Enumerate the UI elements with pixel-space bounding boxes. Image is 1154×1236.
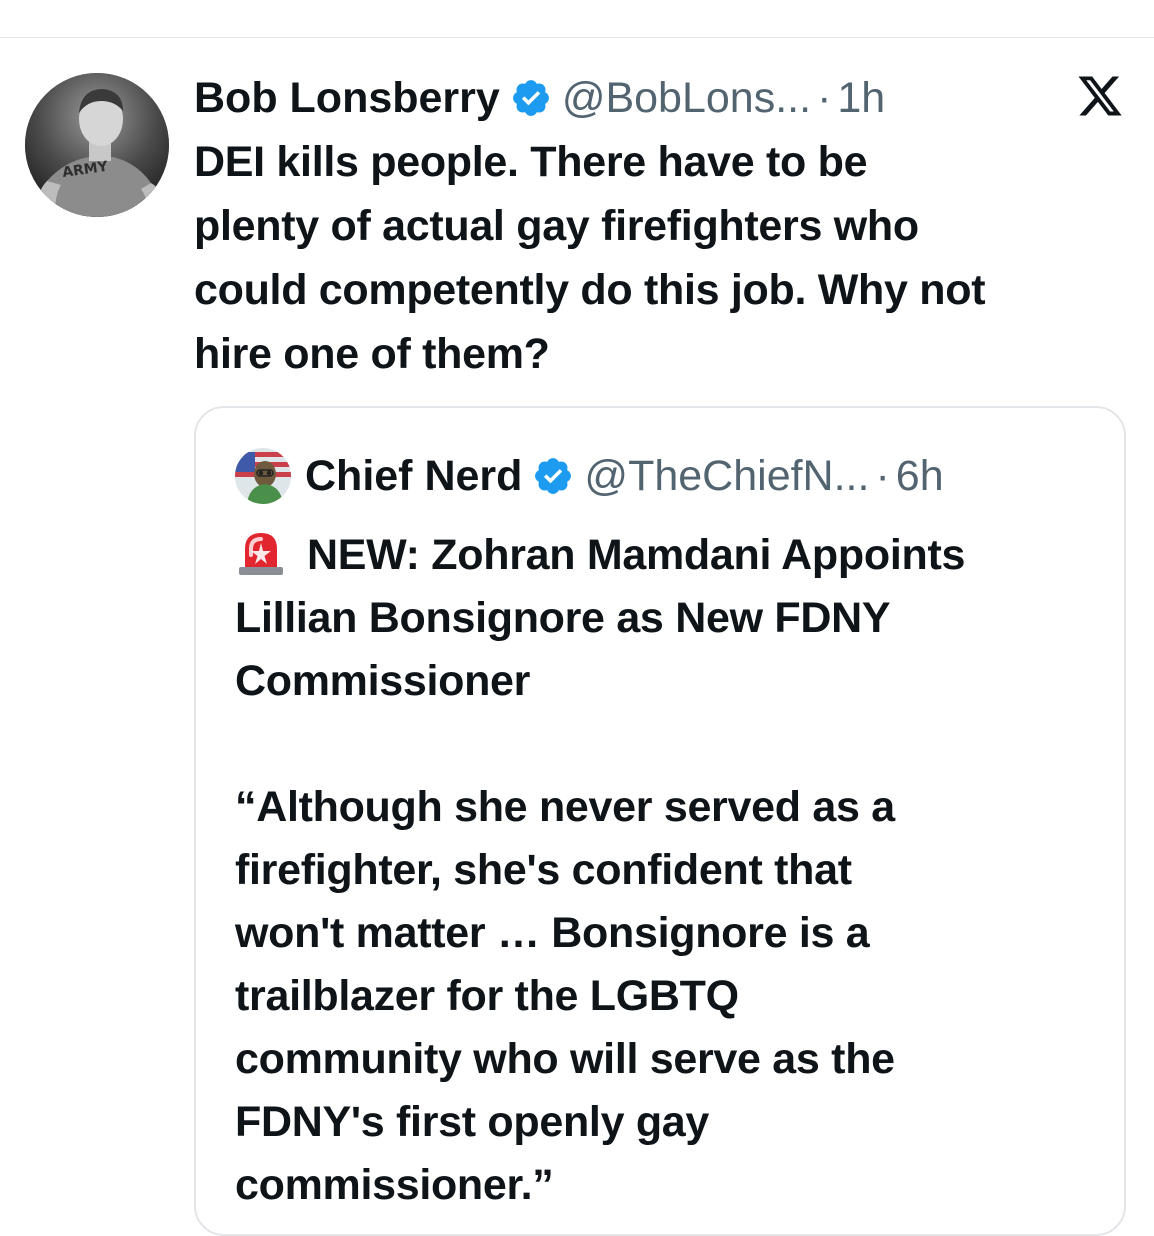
quoted-tweet-timestamp[interactable]: 6h [896,452,944,501]
quoted-author-handle[interactable]: @TheChiefN... [584,452,869,501]
tweet-text-line: hire one of them? [194,330,550,378]
tweet-text-line: could competently do this job. Why not [194,266,986,314]
avatar-image: ARMY [25,73,169,217]
author-name[interactable]: Bob Lonsberry [194,74,500,123]
author-handle[interactable]: @BobLons... [562,74,811,123]
tweet-text-line: plenty of actual gay firefighters who [194,202,919,250]
quoted-author-avatar[interactable] [235,448,291,504]
quote-line: “Although she never served as a [235,783,895,831]
siren-icon [235,525,287,577]
author-avatar[interactable]: ARMY [25,73,169,217]
quoted-author-name[interactable]: Chief Nerd [305,452,522,501]
quote-line: trailblazer for the LGBTQ [235,972,739,1020]
quote-line: commissioner.” [235,1161,554,1209]
quote-line: won't matter … Bonsignore is a [235,909,870,957]
quote-line: FDNY's first openly gay [235,1098,710,1146]
headline-text: NEW: Zohran Mamdani Appoints [307,531,966,579]
tweet-timestamp[interactable]: 1h [837,74,885,123]
separator-dot: · [875,451,890,500]
headline-line: Commissioner [235,657,531,705]
quoted-avatar-image [235,448,291,504]
top-divider [0,37,1154,38]
quoted-tweet-text: NEW: Zohran Mamdani Appoints Lillian Bon… [235,524,1115,1217]
verified-badge-icon [532,455,574,497]
tweet-text-line: DEI kills people. There have to be [194,138,868,186]
headline-line: NEW: Zohran Mamdani Appoints [235,524,1115,587]
tweet-header: Bob Lonsberry @BobLons... · 1h [194,70,885,126]
quote-line: firefighter, she's confident that [235,846,852,894]
tweet-text: DEI kills people. There have to be plent… [194,130,1134,386]
verified-badge-icon [510,77,552,119]
x-logo-icon[interactable] [1075,72,1125,120]
headline-line: Lillian Bonsignore as New FDNY [235,594,891,642]
separator-dot: · [817,73,832,122]
quote-line: community who will serve as the [235,1035,895,1083]
quoted-tweet-header: Chief Nerd @TheChiefN... · 6h [305,448,944,504]
